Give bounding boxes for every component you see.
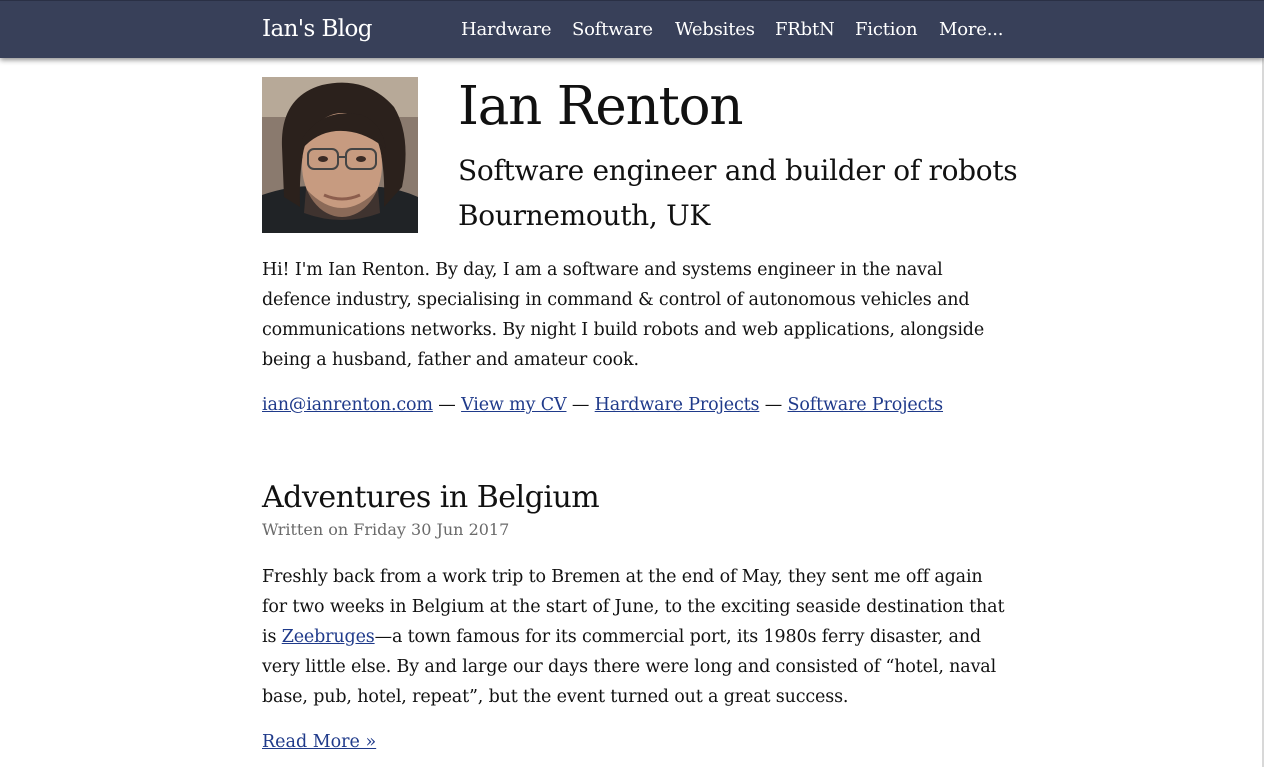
nav-link-websites[interactable]: Websites <box>675 19 755 40</box>
separator: — <box>566 395 595 415</box>
separator: — <box>432 395 462 415</box>
hardware-projects-link[interactable]: Hardware Projects <box>595 395 760 415</box>
separator: — <box>759 395 788 415</box>
top-navbar: Ian's Blog Hardware Software Websites FR… <box>0 0 1264 58</box>
post-excerpt: Freshly back from a work trip to Bremen … <box>262 562 1007 712</box>
site-brand-link[interactable]: Ian's Blog <box>262 16 372 42</box>
nav-link-software[interactable]: Software <box>572 19 653 40</box>
profile-location: Bournemouth, UK <box>458 199 710 232</box>
post-title[interactable]: Adventures in Belgium <box>262 480 600 515</box>
profile-bio: Hi! I'm Ian Renton. By day, I am a softw… <box>262 260 985 370</box>
post-date: Written on Friday 30 Jun 2017 <box>262 520 510 539</box>
nav-link-hardware[interactable]: Hardware <box>461 19 552 40</box>
read-more-link[interactable]: Read More » <box>262 732 376 752</box>
profile-tagline: Software engineer and builder of robots <box>458 154 1018 187</box>
read-more-wrapper: Read More » <box>262 727 376 757</box>
nav-link-frbtn[interactable]: FRbtN <box>775 19 835 40</box>
profile-photo <box>262 77 418 233</box>
zeebruges-link[interactable]: Zeebruges <box>282 627 375 647</box>
cv-link[interactable]: View my CV <box>461 395 567 415</box>
profile-name: Ian Renton <box>458 76 743 137</box>
nav-link-more[interactable]: More... <box>939 19 1003 40</box>
email-link[interactable]: ian@ianrenton.com <box>262 395 433 415</box>
software-projects-link[interactable]: Software Projects <box>788 395 944 415</box>
nav-link-fiction[interactable]: Fiction <box>855 19 918 40</box>
contact-links: ian@ianrenton.com — View my CV — Hardwar… <box>262 390 943 420</box>
